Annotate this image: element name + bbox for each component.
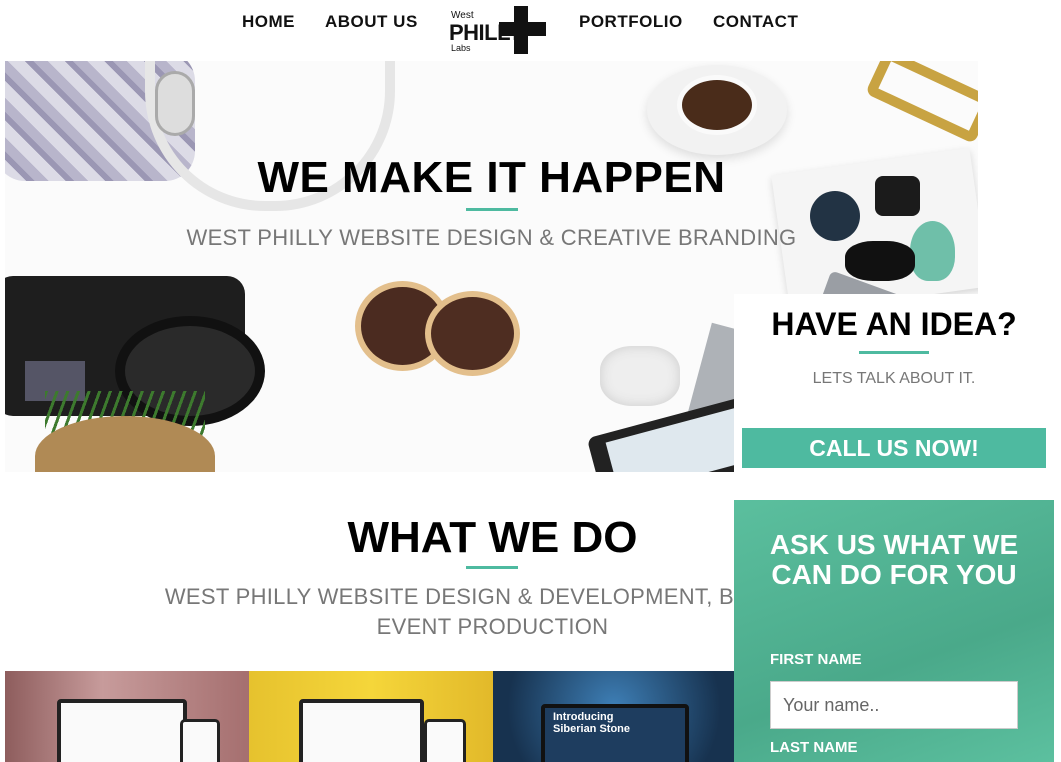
hero-title: WE MAKE IT HAPPEN bbox=[257, 153, 726, 202]
coffee-cup-image bbox=[677, 75, 757, 135]
nav-home[interactable]: HOME bbox=[242, 12, 295, 32]
site-logo[interactable]: West PHILLY Labs bbox=[449, 6, 549, 54]
what-we-do-accent-line bbox=[466, 566, 518, 569]
laptop-mockup-image bbox=[299, 699, 424, 762]
headphone-ear-image bbox=[155, 71, 195, 136]
idea-accent-line bbox=[859, 351, 929, 354]
idea-subtitle: LETS TALK ABOUT IT. bbox=[812, 370, 976, 387]
portfolio-tile-1[interactable] bbox=[5, 671, 249, 762]
contact-form-panel: ASK US WHAT WE CAN DO FOR YOU FIRST NAME… bbox=[734, 500, 1054, 762]
gold-handle-image bbox=[865, 61, 978, 145]
contact-form-title-line1: ASK US WHAT WE bbox=[769, 529, 1019, 560]
first-name-label: FIRST NAME bbox=[770, 651, 862, 668]
logo-cross-bar bbox=[499, 22, 546, 36]
portfolio-tile-3[interactable]: Introducing Siberian Stone bbox=[493, 671, 735, 762]
siberian-line-1: Introducing bbox=[553, 711, 614, 723]
nav-portfolio[interactable]: PORTFOLIO bbox=[579, 12, 683, 32]
phone-mockup-image bbox=[424, 719, 466, 762]
siberian-line-2: Siberian Stone bbox=[553, 723, 631, 735]
hero-accent-line bbox=[466, 208, 518, 211]
phone-mockup-image bbox=[180, 719, 220, 762]
crumpled-paper-image bbox=[600, 346, 680, 406]
portfolio-tile-2[interactable] bbox=[249, 671, 493, 762]
laptop-mockup-image bbox=[57, 699, 187, 762]
nav-about-us[interactable]: ABOUT US bbox=[325, 12, 418, 32]
idea-title: HAVE AN IDEA? bbox=[771, 306, 1017, 342]
first-name-field[interactable] bbox=[770, 681, 1018, 729]
call-us-button[interactable]: CALL US NOW! bbox=[742, 428, 1046, 468]
last-name-label: LAST NAME bbox=[770, 739, 858, 756]
siberian-stone-text: Introducing Siberian Stone bbox=[553, 711, 630, 735]
hero-subtitle: WEST PHILLY WEBSITE DESIGN & CREATIVE BR… bbox=[186, 225, 797, 250]
donut-image bbox=[425, 291, 520, 376]
contact-form-title-line2: CAN DO FOR YOU bbox=[771, 559, 1017, 590]
nav-contact[interactable]: CONTACT bbox=[713, 12, 798, 32]
contact-form-title: ASK US WHAT WE CAN DO FOR YOU bbox=[734, 530, 1054, 590]
idea-box: HAVE AN IDEA? LETS TALK ABOUT IT. CALL U… bbox=[734, 294, 1061, 474]
top-navigation: HOME ABOUT US West PHILLY Labs PORTFOLIO… bbox=[0, 0, 1061, 58]
logo-text-bottom: Labs bbox=[451, 43, 471, 53]
